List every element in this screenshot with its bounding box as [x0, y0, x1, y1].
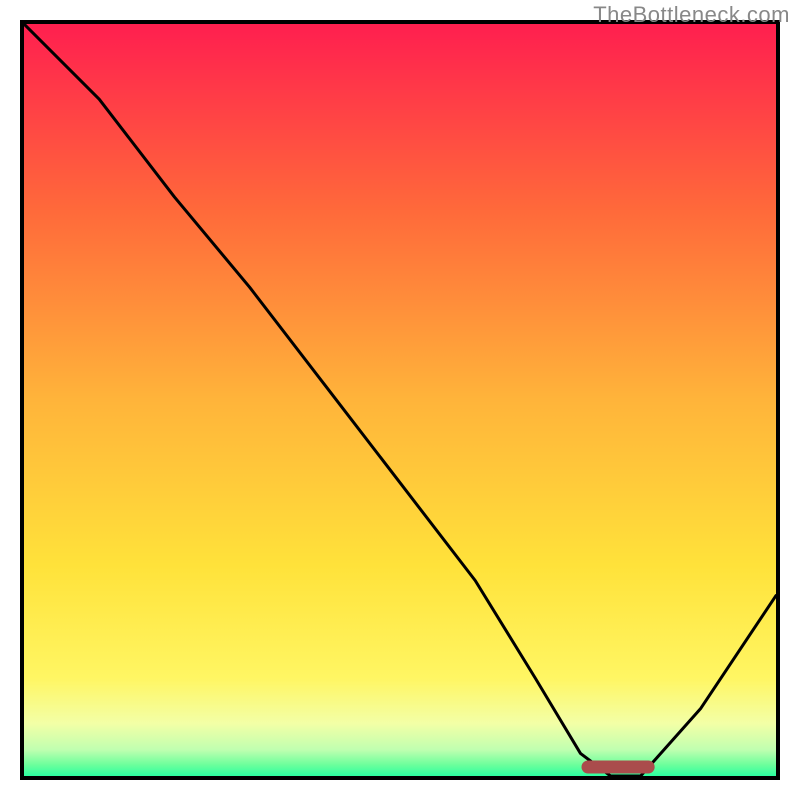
- watermark-text: TheBottleneck.com: [593, 2, 790, 28]
- plot-frame: [20, 20, 780, 780]
- plot-background: [24, 24, 776, 776]
- chart-container: TheBottleneck.com: [0, 0, 800, 800]
- plot-svg: [24, 24, 776, 776]
